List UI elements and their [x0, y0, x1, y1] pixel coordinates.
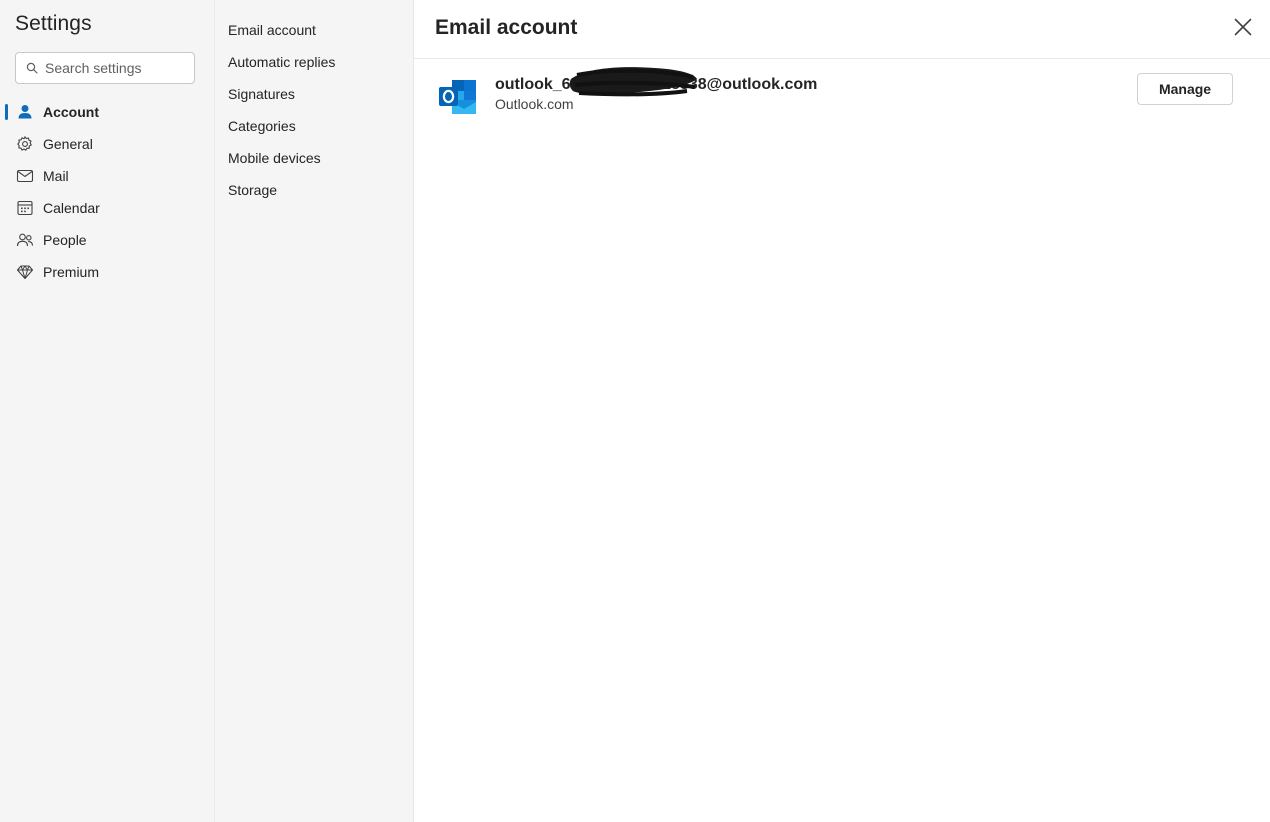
person-icon: [16, 103, 34, 121]
people-icon: [16, 231, 34, 249]
settings-title: Settings: [15, 12, 92, 35]
search-input[interactable]: [45, 60, 185, 76]
nav-item-calendar[interactable]: Calendar: [0, 192, 214, 224]
gear-icon: [16, 135, 34, 153]
mail-icon: [16, 167, 34, 185]
nav-item-label: People: [43, 232, 87, 248]
subnav-item-mobile-devices[interactable]: Mobile devices: [215, 142, 415, 174]
close-button[interactable]: [1232, 16, 1254, 38]
account-subnav-pane: Email account Automatic replies Signatur…: [214, 0, 414, 822]
settings-nav: Account General Mail Calendar People Pre…: [0, 96, 214, 288]
account-type: Outlook.com: [495, 96, 574, 112]
nav-item-premium[interactable]: Premium: [0, 256, 214, 288]
nav-item-people[interactable]: People: [0, 224, 214, 256]
nav-item-mail[interactable]: Mail: [0, 160, 214, 192]
header-divider: [414, 58, 1270, 59]
nav-item-label: Mail: [43, 168, 69, 184]
manage-button[interactable]: Manage: [1137, 73, 1233, 105]
nav-item-label: Premium: [43, 264, 100, 280]
subnav-item-signatures[interactable]: Signatures: [215, 78, 415, 110]
page-title: Email account: [435, 16, 578, 39]
account-row: outlook_6562A7FFCCE5838@outlook.com Outl…: [438, 67, 1238, 120]
close-icon: [1234, 18, 1252, 36]
nav-item-label: Calendar: [43, 200, 100, 216]
nav-item-general[interactable]: General: [0, 128, 214, 160]
nav-item-label: Account: [43, 104, 99, 120]
redaction-scribble: [569, 67, 697, 97]
nav-item-account[interactable]: Account: [0, 96, 214, 128]
search-icon: [26, 62, 38, 74]
subnav-item-categories[interactable]: Categories: [215, 110, 415, 142]
diamond-icon: [16, 263, 34, 281]
subnav-item-storage[interactable]: Storage: [215, 174, 415, 206]
settings-nav-pane: Settings Account General: [0, 0, 214, 822]
subnav-item-email-account[interactable]: Email account: [215, 14, 415, 46]
outlook-logo-icon: [439, 80, 476, 114]
email-account-panel: Email account outlook_6562A7FFCCE5838@ou…: [414, 0, 1270, 822]
subnav-item-automatic-replies[interactable]: Automatic replies: [215, 46, 415, 78]
calendar-icon: [16, 199, 34, 217]
nav-item-label: General: [43, 136, 93, 152]
search-box[interactable]: [15, 52, 195, 84]
account-subnav: Email account Automatic replies Signatur…: [215, 14, 415, 206]
